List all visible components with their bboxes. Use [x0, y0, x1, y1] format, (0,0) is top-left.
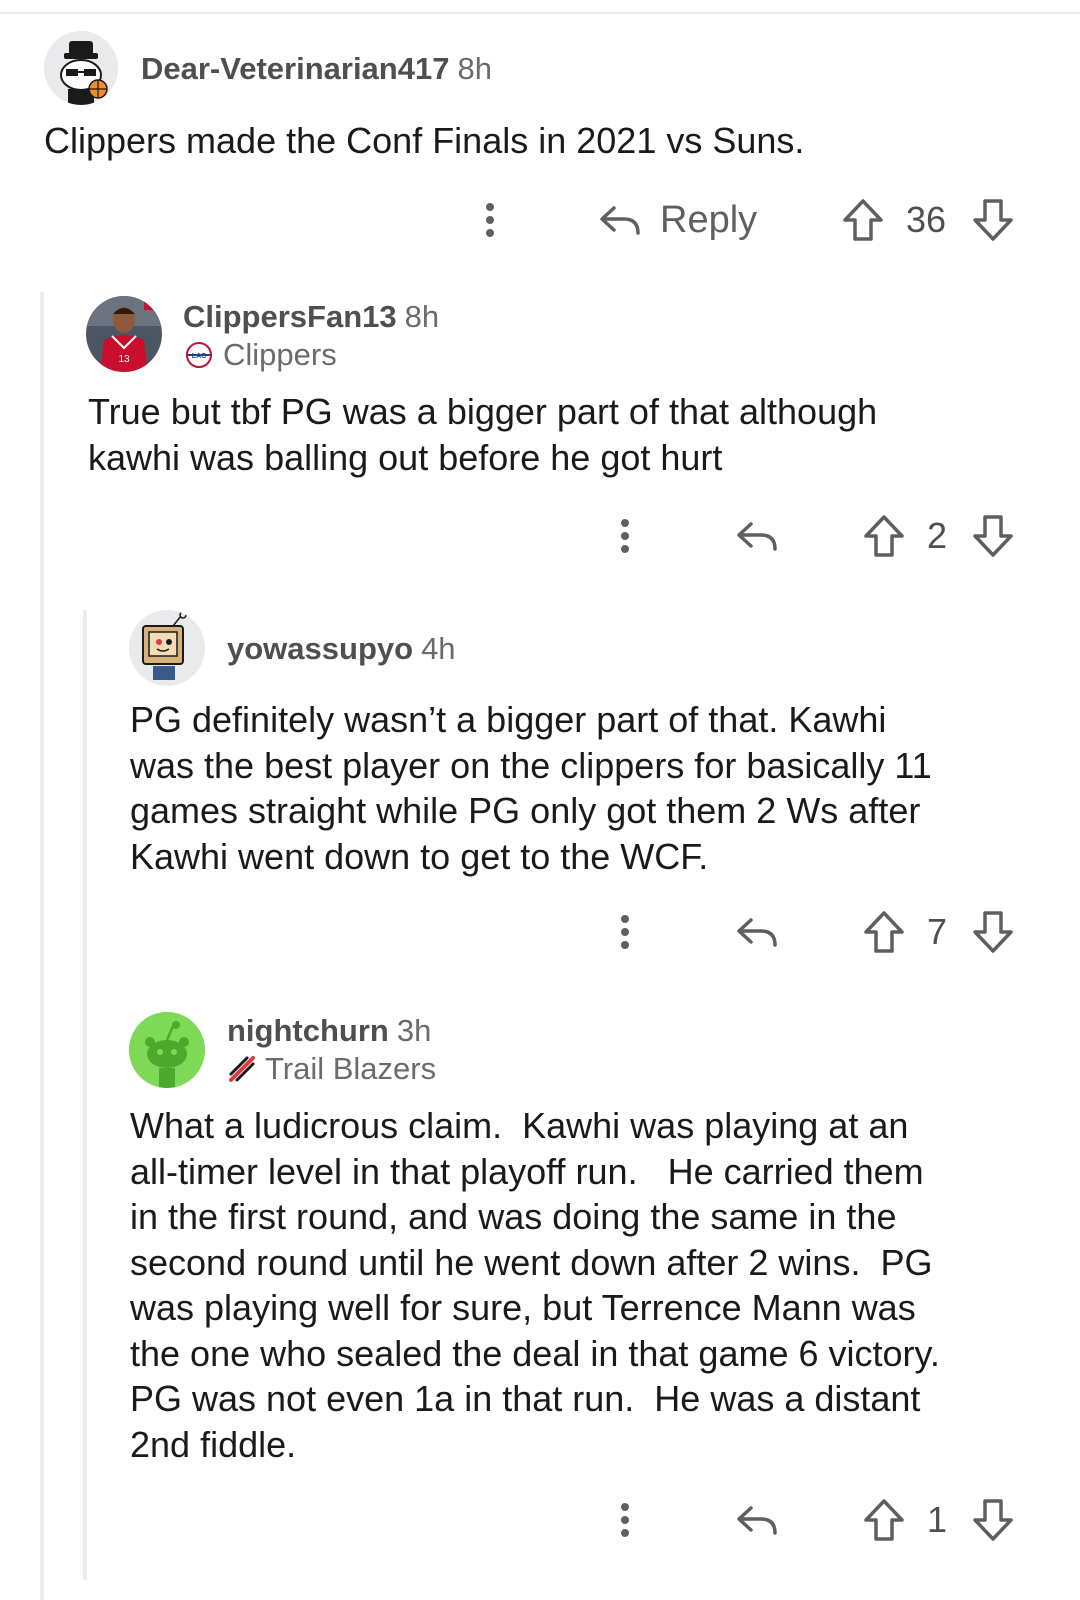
comment-timestamp: 3h	[396, 1013, 432, 1048]
thread-line-level-2[interactable]	[83, 610, 87, 1580]
comment-timestamp: 8h	[457, 51, 492, 86]
reply-arrow-icon	[737, 1506, 777, 1535]
comment-body: True but tbf PG was a bigger part of tha…	[88, 391, 878, 478]
more-vertical-icon	[621, 915, 629, 949]
clippers-logo-icon: LAC	[183, 342, 215, 368]
snoo-green-avatar-icon	[129, 1012, 205, 1088]
thread-line-level-1[interactable]	[40, 292, 44, 1600]
reply-arrow-icon	[600, 206, 640, 235]
reply-arrow-icon	[737, 918, 777, 947]
flair-label: Clippers	[223, 337, 337, 372]
svg-text:13: 13	[118, 354, 130, 365]
comment-body: PG definitely wasn’t a bigger part of th…	[130, 699, 932, 877]
comment-author[interactable]: ClippersFan13 8h	[183, 299, 439, 335]
avatar[interactable]	[129, 610, 205, 686]
snoo-tv-head-avatar-icon	[129, 610, 205, 686]
trail-blazers-logo-icon	[227, 1054, 257, 1084]
upvote-button[interactable]	[863, 907, 905, 957]
vote-score: 2	[927, 515, 948, 556]
downvote-arrow-icon	[973, 199, 1013, 241]
avatar[interactable]: 13	[86, 296, 162, 372]
upvote-arrow-icon	[843, 199, 883, 241]
user-flair: Trail Blazers	[227, 1051, 436, 1087]
upvote-arrow-icon	[864, 515, 904, 557]
username[interactable]: nightchurn	[227, 1013, 389, 1048]
username[interactable]: ClippersFan13	[183, 299, 397, 334]
more-options-button[interactable]	[470, 195, 510, 245]
upvote-button[interactable]	[863, 511, 905, 561]
reply-label: Reply	[660, 198, 758, 241]
comment-timestamp: 4h	[421, 631, 456, 666]
comment-actions: 1	[605, 1495, 1030, 1545]
comment-body: What a ludicrous claim. Kawhi was playin…	[130, 1105, 940, 1465]
reply-arrow-icon	[737, 522, 777, 551]
more-options-button[interactable]	[605, 907, 645, 957]
upvote-arrow-icon	[864, 911, 904, 953]
downvote-button[interactable]	[972, 195, 1014, 245]
more-vertical-icon	[621, 519, 629, 553]
reply-button[interactable]	[735, 511, 779, 561]
comment-body: Clippers made the Conf Finals in 2021 vs…	[44, 120, 805, 161]
comment-timestamp: 8h	[404, 299, 440, 334]
comment-actions: 2	[605, 511, 1030, 561]
basketball-player-avatar-icon: 13	[86, 296, 162, 372]
downvote-arrow-icon	[973, 515, 1013, 557]
more-vertical-icon	[486, 203, 494, 237]
upvote-button[interactable]	[842, 195, 884, 245]
downvote-arrow-icon	[973, 911, 1013, 953]
downvote-button[interactable]	[972, 1495, 1014, 1545]
top-divider	[0, 12, 1080, 14]
comment-author[interactable]: nightchurn 3h	[227, 1013, 431, 1049]
username[interactable]: yowassupyo	[227, 631, 413, 666]
comment-actions: Reply 36	[470, 195, 1030, 245]
reply-button[interactable]	[735, 907, 779, 957]
svg-text:LAC: LAC	[192, 353, 206, 360]
more-vertical-icon	[621, 1503, 629, 1537]
more-options-button[interactable]	[605, 511, 645, 561]
reply-button[interactable]	[735, 1495, 779, 1545]
vote-score: 7	[927, 911, 948, 952]
vote-score: 36	[906, 199, 947, 240]
snoo-avatar-icon	[44, 31, 118, 105]
comment-author[interactable]: Dear-Veterinarian417 8h	[141, 51, 492, 87]
user-flair: LAC Clippers	[183, 337, 337, 373]
downvote-button[interactable]	[972, 907, 1014, 957]
vote-score: 1	[927, 1499, 948, 1540]
more-options-button[interactable]	[605, 1495, 645, 1545]
avatar[interactable]	[129, 1012, 205, 1088]
username[interactable]: Dear-Veterinarian417	[141, 51, 449, 86]
upvote-arrow-icon	[864, 1499, 904, 1541]
reply-button[interactable]: Reply	[598, 195, 757, 245]
upvote-button[interactable]	[863, 1495, 905, 1545]
comment-author[interactable]: yowassupyo 4h	[227, 631, 456, 667]
flair-label: Trail Blazers	[265, 1051, 437, 1086]
downvote-arrow-icon	[973, 1499, 1013, 1541]
comment-actions: 7	[605, 907, 1030, 957]
downvote-button[interactable]	[972, 511, 1014, 561]
avatar[interactable]	[44, 31, 118, 105]
